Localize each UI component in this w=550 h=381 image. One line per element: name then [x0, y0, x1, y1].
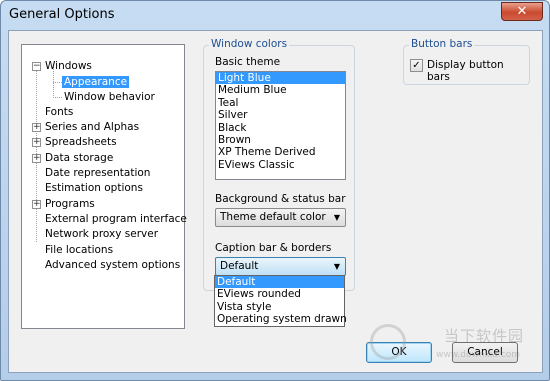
dialog-body: − Windows Appearance Window behavior Fon… — [8, 30, 543, 373]
tree-item-label: Network proxy server — [45, 228, 159, 240]
options-tree[interactable]: − Windows Appearance Window behavior Fon… — [21, 44, 187, 329]
tree-item-label: Date representation — [45, 167, 151, 179]
caption-bar-borders-label: Caption bar & borders — [215, 242, 332, 254]
caption-option[interactable]: Operating system drawn — [215, 313, 347, 325]
tree-item-label: Series and Alphas — [45, 121, 140, 133]
tree-item-fonts[interactable]: Fonts — [45, 105, 73, 120]
tree-item-label: External program interface — [45, 213, 187, 225]
tree-item-file-locations[interactable]: File locations — [45, 243, 113, 258]
theme-option[interactable]: Black — [216, 122, 345, 134]
theme-option[interactable]: Brown — [216, 134, 345, 146]
caption-bar-value: Default — [220, 260, 259, 272]
tree-connector — [53, 82, 62, 83]
watermark-text: 当下软件园 — [443, 327, 524, 345]
tree-connector — [53, 97, 62, 98]
theme-option[interactable]: Silver — [216, 109, 345, 121]
chevron-down-icon: ▼ — [333, 213, 340, 222]
tree-item-label: Window behavior — [64, 91, 155, 103]
caption-bar-select[interactable]: Default ▼ — [215, 257, 346, 276]
tree-item-label: Spreadsheets — [45, 136, 117, 148]
tree-item-window-behavior[interactable]: Window behavior — [64, 90, 155, 105]
caption-option[interactable]: Default — [215, 276, 344, 289]
tree-item-label: Data storage — [45, 152, 114, 164]
background-color-value: Theme default color — [220, 211, 326, 223]
tree-item-advanced-system-options[interactable]: Advanced system options — [45, 258, 180, 273]
tree-item-network-proxy-server[interactable]: Network proxy server — [45, 227, 158, 242]
tree-item-label: File locations — [45, 244, 114, 256]
watermark-logo-icon — [370, 324, 406, 360]
theme-option[interactable]: XP Theme Derived — [216, 146, 345, 158]
tree-item-label: Estimation options — [45, 182, 143, 194]
expand-icon[interactable]: + — [32, 138, 41, 147]
expand-icon[interactable]: + — [32, 200, 41, 209]
window-colors-group: Window colors Basic theme Light Blue Med… — [203, 38, 355, 291]
expand-icon[interactable]: + — [32, 123, 41, 132]
tree-item-label: Appearance — [62, 76, 130, 88]
tree-item-estimation-options[interactable]: Estimation options — [45, 181, 143, 196]
tree-item-date-representation[interactable]: Date representation — [45, 166, 150, 181]
button-bars-legend: Button bars — [409, 38, 475, 50]
close-icon[interactable]: ✕ — [501, 2, 543, 21]
theme-option[interactable]: Medium Blue — [216, 84, 345, 96]
watermark-url: www.downxia.com — [436, 350, 520, 360]
tree-item-label: Fonts — [45, 106, 74, 118]
title-bar: General Options ✕ — [1, 1, 549, 29]
window-colors-legend: Window colors — [209, 38, 290, 50]
background-status-bar-label: Background & status bar — [215, 193, 346, 205]
theme-option[interactable]: EViews Classic — [216, 159, 345, 171]
tree-item-label: Programs — [45, 198, 95, 210]
button-bars-group: Button bars ✓ Display button bars — [403, 38, 530, 85]
chevron-down-icon: ▼ — [333, 262, 340, 271]
display-button-bars-checkbox[interactable]: ✓ — [410, 59, 423, 72]
expand-icon[interactable]: + — [32, 154, 41, 163]
caption-option[interactable]: EViews rounded — [215, 288, 344, 300]
collapse-icon[interactable]: − — [32, 62, 41, 71]
general-options-window: General Options ✕ − Windows Appearance W… — [0, 0, 550, 381]
tree-item-external-program-interface[interactable]: External program interface — [45, 212, 187, 227]
theme-option[interactable]: Light Blue — [216, 72, 345, 85]
tree-item-label: Windows — [45, 60, 92, 72]
display-button-bars-label[interactable]: Display button bars — [427, 59, 529, 83]
background-color-select[interactable]: Theme default color ▼ — [215, 208, 346, 227]
caption-bar-dropdown-list[interactable]: Default EViews rounded Vista style Opera… — [214, 275, 347, 327]
theme-option[interactable]: Teal — [216, 97, 345, 109]
basic-theme-list[interactable]: Light Blue Medium Blue Teal Silver Black… — [215, 71, 346, 180]
caption-option[interactable]: Vista style — [215, 301, 344, 313]
window-title: General Options — [9, 7, 115, 22]
tree-item-appearance[interactable]: Appearance — [62, 75, 130, 90]
basic-theme-label: Basic theme — [215, 56, 281, 68]
watermark: 当下软件园 www.downxia.com — [364, 320, 524, 360]
tree-item-label: Advanced system options — [45, 259, 181, 271]
